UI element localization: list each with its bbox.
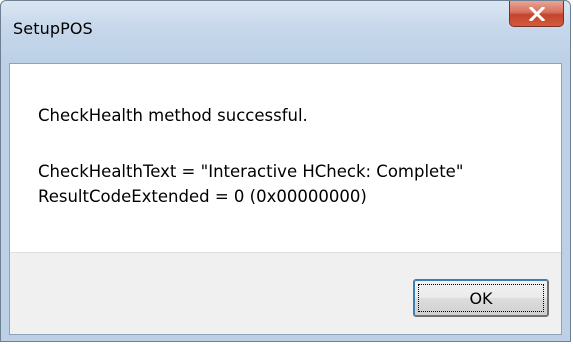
close-icon <box>528 6 545 21</box>
title-bar[interactable]: SetupPOS <box>1 1 570 63</box>
button-bar: OK <box>10 252 561 334</box>
message-area: CheckHealth method successful. CheckHeal… <box>10 64 561 252</box>
ok-button-label: OK <box>418 284 544 312</box>
close-button[interactable] <box>509 1 564 27</box>
window-title: SetupPOS <box>13 19 93 38</box>
ok-button[interactable]: OK <box>413 279 549 317</box>
message-status: CheckHealth method successful. <box>38 106 308 125</box>
dialog-client-area: CheckHealth method successful. CheckHeal… <box>9 63 562 335</box>
message-result-code: ResultCodeExtended = 0 (0x00000000) <box>38 187 367 206</box>
message-health-text: CheckHealthText = "Interactive HCheck: C… <box>38 162 464 181</box>
dialog-window: SetupPOS CheckHealth method successful. … <box>0 0 571 342</box>
